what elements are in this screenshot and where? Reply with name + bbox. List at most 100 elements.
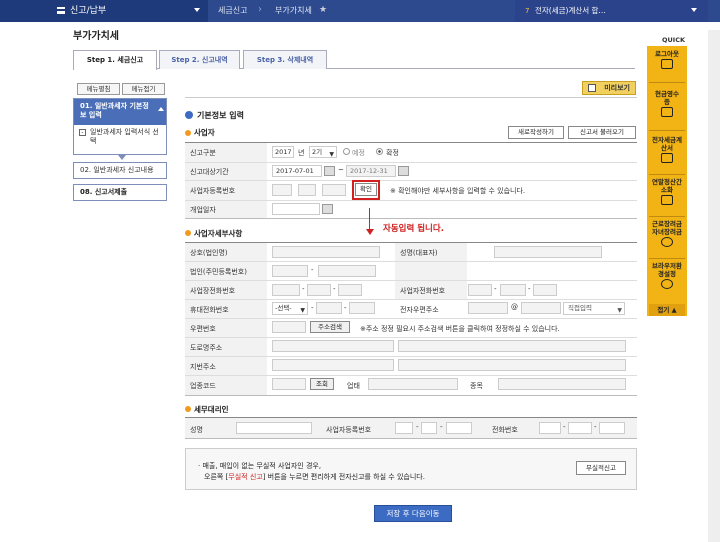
dash: - [594,423,597,431]
side-step2[interactable]: 02. 일반과세자 신고내용 [73,162,167,179]
calendar-icon[interactable] [324,166,335,176]
tax-agent-bizno-2[interactable] [421,422,437,434]
jibun-address-input-1[interactable] [272,359,394,371]
tab-step3[interactable]: Step 3. 삭제내역 [243,50,327,69]
row-line [185,438,637,439]
tax-agent-name-input[interactable] [236,422,312,434]
menu-label: 신고/납부 [70,6,107,16]
mobile-label: 휴대전화번호 [190,306,229,314]
road-address-input-1[interactable] [272,340,394,352]
radio-preliminary[interactable] [343,148,350,155]
bizno-input-3[interactable] [322,184,346,196]
report-type-label: 신고구분 [190,149,216,157]
tab-step2[interactable]: Step 2. 신고내역 [159,50,240,69]
period-select[interactable]: 2기 ▼ [309,146,337,158]
confirm-button[interactable]: 확인 [355,183,377,196]
row-line [185,337,637,338]
item-input[interactable] [498,378,626,390]
star-icon[interactable]: ★ [319,5,327,15]
quick-incentive[interactable]: 근로장려금자녀장려금 [649,220,685,247]
date-from-input[interactable]: 2017-07-01 [272,165,322,177]
breadcrumb-tax-report[interactable]: 세금신고 [218,0,247,22]
scrollbar[interactable] [708,30,720,542]
heart-icon [661,237,673,247]
quick-menu-dropdown[interactable]: 7 전자(세금)계산서 합... [515,0,708,22]
save-next-button[interactable]: 저장 후 다음이동 [374,505,452,522]
quick-menu-label: 전자(세금)계산서 합... [535,6,606,15]
jibun-address-input-2[interactable] [398,359,626,371]
breadcrumb-vat[interactable]: 부가가치세 [275,0,312,22]
company-name-input[interactable] [272,246,380,258]
corp-no-input-2[interactable] [318,265,376,277]
road-address-input-2[interactable] [398,340,626,352]
bizno-input-2[interactable] [298,184,316,196]
home-tel-input-3[interactable] [533,284,557,296]
row-line [185,375,637,376]
mobile-input-3[interactable] [349,302,375,314]
business-type-input[interactable] [368,378,458,390]
preview-button[interactable]: 미리보기 [582,81,636,95]
quick-logout-label: 로그아웃 [655,50,679,58]
tab-step1[interactable]: Step 1. 세금신고 [73,50,157,70]
radio-final[interactable] [376,148,383,155]
side-step1-sub[interactable]: - 일반과세자 입력서식 선택 [74,125,166,149]
mobile-select[interactable]: -선택- ▼ [272,302,308,315]
tax-agent-bizno-1[interactable] [395,422,413,434]
rep-name-input[interactable] [494,246,602,258]
load-report-button[interactable]: 신고서 불러오기 [568,126,636,139]
email-domain-input[interactable] [521,302,561,314]
menu-dropdown[interactable]: 신고/납부 [0,0,208,22]
new-report-button[interactable]: 새로작성하기 [508,126,564,139]
quick-divider [649,174,685,175]
radio-preliminary-label: 예정 [352,149,365,157]
tax-agent-bizno-label: 사업자등록번호 [326,426,372,434]
address-search-button[interactable]: 주소검색 [310,321,350,333]
menu-expand-button[interactable]: 메뉴펼침 [77,83,120,95]
corp-no-input-1[interactable] [272,265,308,277]
zip-input[interactable] [272,321,306,333]
quick-year-end-label: 연말정산간소화 [652,178,682,194]
jibun-address-label: 지번주소 [190,363,216,371]
biz-tel-input-1[interactable] [272,284,300,296]
bullet-icon [185,406,191,412]
notice-line1: · 매출, 매입이 없는 무실적 사업자인 경우, [198,462,322,470]
open-date-label: 개업일자 [190,206,216,214]
date-to-input[interactable]: 2017-12-31 [346,165,396,177]
dash: - [311,266,314,274]
home-tel-input-1[interactable] [468,284,492,296]
tax-agent-bizno-3[interactable] [446,422,472,434]
side-step3[interactable]: 08. 신고서제출 [73,184,167,201]
quick-cash-receipt-label: 현금영수증 [655,90,679,106]
tax-agent-tel-2[interactable] [568,422,592,434]
menu-collapse-button[interactable]: 메뉴접기 [122,83,165,95]
notice-highlight: 무실적 신고 [228,473,263,481]
quick-e-invoice[interactable]: 전자세금계산서 [649,136,685,163]
no-sales-report-button[interactable]: 무실적신고 [576,461,626,475]
email-domain-select[interactable]: 직접입력 ▼ [563,302,625,315]
calendar-icon[interactable] [322,204,333,214]
tax-agent-tel-1[interactable] [539,422,561,434]
industry-query-button[interactable]: 조회 [310,378,334,390]
quick-cash-receipt[interactable]: 현금영수증 [649,90,685,117]
quick-logout[interactable]: 로그아웃 [649,50,685,69]
tax-agent-tel-3[interactable] [599,422,625,434]
home-tel-input-2[interactable] [500,284,526,296]
quick-fold-button[interactable]: 접기 ▲ [649,304,685,316]
chevron-down-icon [691,8,697,12]
bizno-input-1[interactable] [272,184,292,196]
dash: - [563,423,566,431]
mobile-input-2[interactable] [316,302,342,314]
quick-year-end[interactable]: 연말정산간소화 [649,178,685,205]
industry-code-input[interactable] [272,378,306,390]
biz-tel-input-3[interactable] [338,284,362,296]
calendar-icon[interactable] [398,166,409,176]
side-step1[interactable]: 01. 일반과세자 기본정보 입력 [74,99,166,125]
quick-divider [649,216,685,217]
email-id-input[interactable] [468,302,508,314]
open-date-input[interactable] [272,203,320,215]
corp-no-label: 법인(주민등록번호) [190,268,247,276]
quick-browser-settings[interactable]: 브라우저환경설정 [649,262,685,289]
year-input[interactable]: 2017 [272,146,294,158]
biz-tel-input-2[interactable] [307,284,331,296]
lock-icon [661,59,673,69]
